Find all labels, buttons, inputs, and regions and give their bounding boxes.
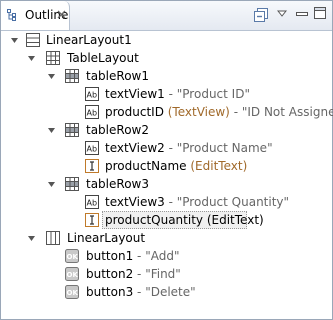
node-label: textView1 - "Product ID" (105, 87, 250, 101)
textview-icon: Ab (85, 195, 99, 209)
button-icon: OK (65, 249, 79, 263)
collapse-icon[interactable] (47, 180, 56, 189)
svg-text:OK: OK (67, 253, 79, 261)
tree-node-textview1[interactable]: Ab textView1 - "Product ID" (1, 85, 331, 103)
table-row-icon (65, 123, 79, 137)
table-layout-icon (46, 51, 60, 65)
svg-text:Ab: Ab (87, 109, 98, 118)
node-label: TableLayout (67, 51, 139, 65)
table-row-icon (65, 177, 79, 191)
linear-layout-icon (26, 33, 40, 47)
node-label: button1 - "Add" (86, 249, 180, 263)
textview-icon: Ab (85, 141, 99, 155)
tree-node-textview2[interactable]: Ab textView2 - "Product Name" (1, 139, 331, 157)
tree-node-tablelayout[interactable]: TableLayout (1, 49, 331, 67)
tree-node-productid[interactable]: Ab productID (TextView) - "ID Not Assign… (1, 103, 333, 121)
close-icon[interactable] (57, 10, 66, 19)
collapse-icon[interactable] (27, 234, 36, 243)
tree-node-tablerow2[interactable]: tableRow2 (1, 121, 331, 139)
node-label: button2 - "Find" (86, 267, 181, 281)
node-label: productName (EditText) (105, 159, 248, 173)
collapse-icon[interactable] (47, 126, 56, 135)
node-label: textView2 - "Product Name" (105, 141, 273, 155)
button-icon: OK (65, 267, 79, 281)
svg-text:OK: OK (67, 289, 79, 297)
textview-icon: Ab (85, 87, 99, 101)
tree-node-tablerow3[interactable]: tableRow3 (1, 175, 331, 193)
tree-node-button3[interactable]: OK button3 - "Delete" (1, 283, 331, 301)
node-label: tableRow1 (86, 69, 149, 83)
collapse-icon[interactable] (27, 54, 36, 63)
outline-tree: LinearLayout1 TableLayout tableRow1 Ab t… (1, 31, 333, 319)
tree-node-productname[interactable]: productName (EditText) (1, 157, 331, 175)
collapse-icon[interactable] (47, 72, 56, 81)
node-label: textView3 - "Product Quantity" (105, 195, 290, 209)
outline-view: Outline LinearLayout1 TableLayout tableR… (0, 0, 333, 320)
tree-node-button1[interactable]: OK button1 - "Add" (1, 247, 331, 265)
minimize-icon[interactable] (296, 10, 308, 18)
svg-text:OK: OK (67, 271, 79, 279)
edittext-icon (85, 159, 99, 173)
node-label: tableRow2 (86, 123, 149, 137)
tree-node-textview3[interactable]: Ab textView3 - "Product Quantity" (1, 193, 331, 211)
view-menu-icon[interactable] (277, 10, 287, 18)
collapse-all-icon[interactable] (254, 8, 268, 22)
table-row-icon (65, 69, 79, 83)
node-label: productID (TextView) - "ID Not Assigned" (105, 105, 333, 119)
node-label: tableRow3 (86, 177, 149, 191)
view-tab-bar: Outline (1, 1, 332, 31)
node-label: button3 - "Delete" (86, 285, 196, 299)
tree-node-tablerow1[interactable]: tableRow1 (1, 67, 331, 85)
svg-text:Ab: Ab (87, 91, 98, 100)
textview-icon: Ab (85, 105, 99, 119)
tree-node-button2[interactable]: OK button2 - "Find" (1, 265, 331, 283)
maximize-icon[interactable] (314, 7, 326, 19)
outline-icon (7, 9, 19, 21)
edittext-icon (85, 213, 99, 227)
node-label: LinearLayout1 (46, 33, 132, 47)
collapse-icon[interactable] (10, 36, 19, 45)
horizontal-layout-icon (46, 231, 60, 245)
tree-node-linearlayout1[interactable]: LinearLayout1 (1, 31, 331, 49)
node-label: LinearLayout (67, 231, 146, 245)
svg-text:Ab: Ab (87, 199, 98, 208)
svg-text:Ab: Ab (87, 145, 98, 154)
button-icon: OK (65, 285, 79, 299)
tree-node-productquantity[interactable]: productQuantity (EditText) (1, 211, 331, 229)
tree-node-linearlayout[interactable]: LinearLayout (1, 229, 331, 247)
outline-tab[interactable]: Outline (1, 1, 70, 30)
node-label: productQuantity (EditText) (105, 213, 264, 227)
